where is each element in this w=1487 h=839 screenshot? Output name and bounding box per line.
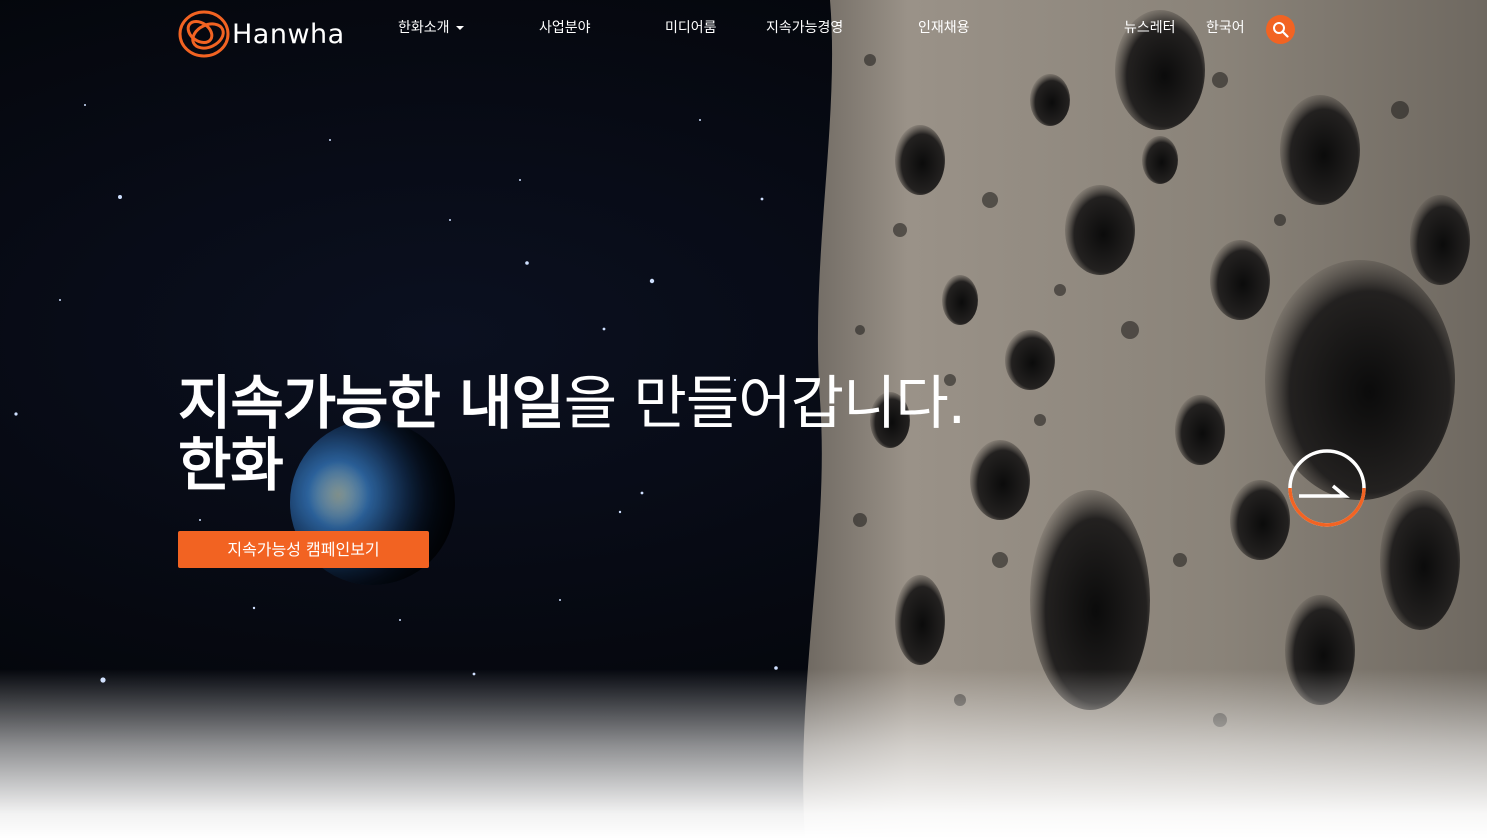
nav-item-media[interactable]: 미디어룸: [665, 18, 717, 38]
headline-line-1: 지속가능한 내일을 만들어갑니다.: [178, 369, 966, 437]
headline-light: 을 만들어갑니다.: [563, 369, 966, 437]
search-button[interactable]: [1266, 15, 1295, 44]
search-icon: [1273, 22, 1289, 38]
campaign-button[interactable]: 지속가능성 캠페인보기: [178, 531, 429, 568]
caret-down-icon: [455, 26, 464, 30]
hanwha-logo-mark-icon: [178, 10, 230, 58]
headline-bold: 지속가능한 내일: [178, 369, 565, 437]
nav-item-label: 한화소개: [398, 20, 450, 36]
nav-item-sustainability[interactable]: 지속가능경영: [766, 18, 843, 38]
logo-text: Hanwha: [232, 18, 345, 50]
newsletter-link[interactable]: 뉴스레터: [1124, 18, 1176, 38]
arrow-right-circle-icon: [1288, 449, 1366, 527]
nav-item-about[interactable]: 한화소개: [398, 18, 464, 38]
nav-item-careers[interactable]: 인재채용: [918, 18, 970, 38]
next-slide-button[interactable]: [1287, 448, 1367, 528]
hanwha-logo[interactable]: Hanwha: [178, 9, 345, 59]
site-header: Hanwha 한화소개 사업분야 미디어룸 지속가능경영 인재채용 뉴스레터 한…: [0, 0, 1487, 60]
language-selector[interactable]: 한국어: [1206, 18, 1245, 38]
hero-headline: 지속가능한 내일을 만들어갑니다. 한화: [178, 369, 966, 499]
bottom-fade: [0, 669, 1487, 839]
nav-item-business[interactable]: 사업분야: [539, 18, 591, 38]
headline-line-2: 한화: [178, 431, 284, 499]
